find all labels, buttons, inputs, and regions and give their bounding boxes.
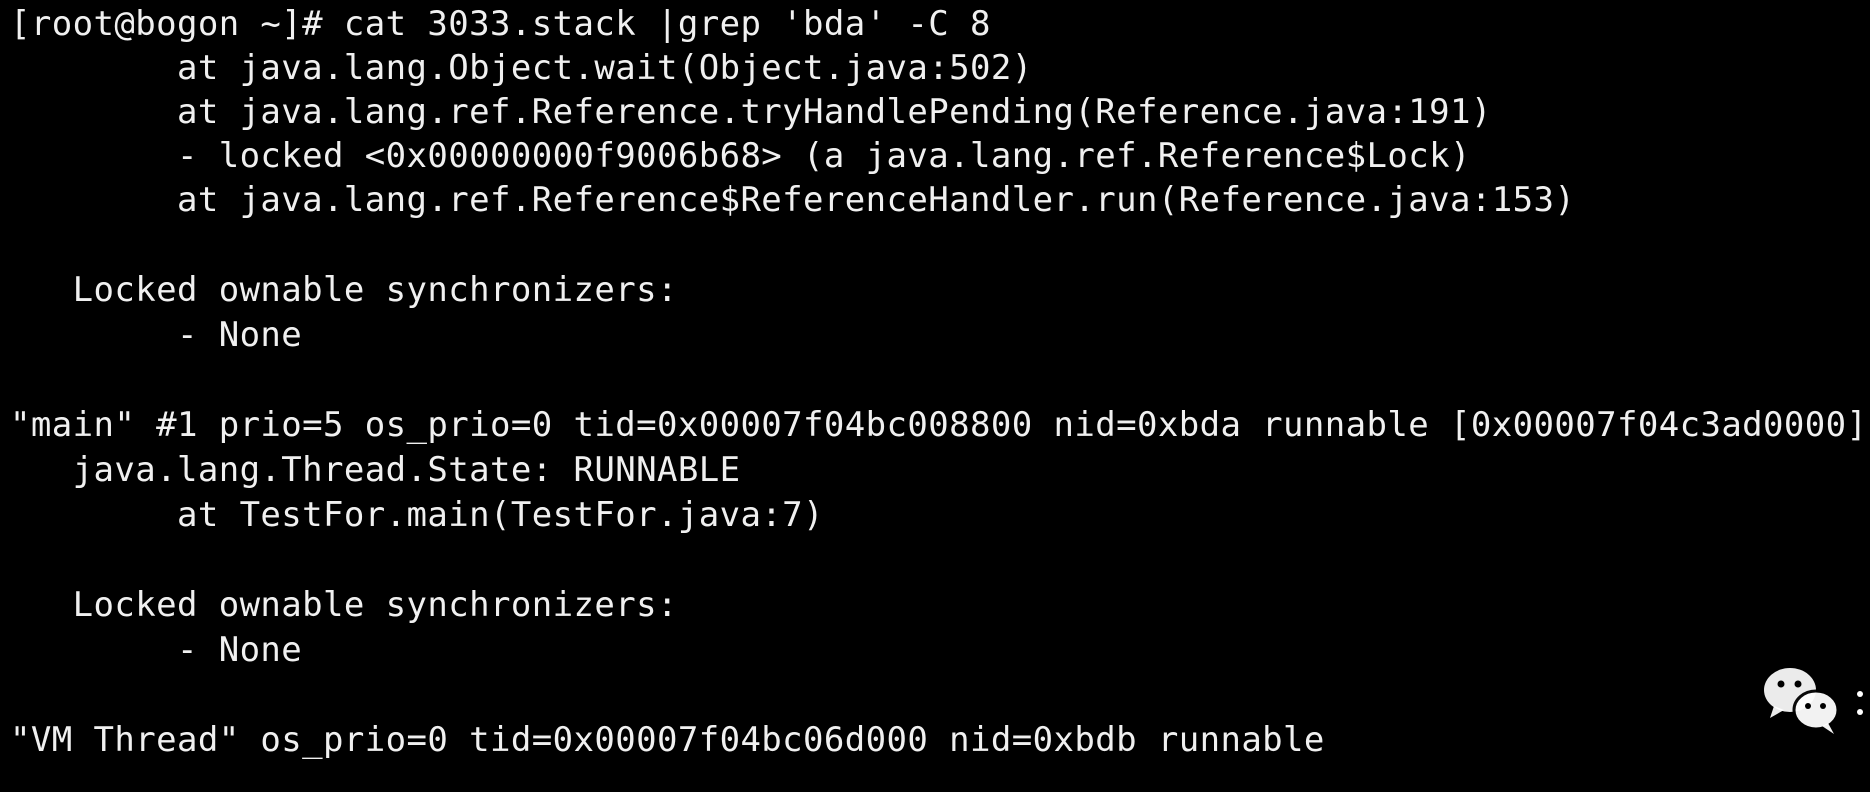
terminal-line: Locked ownable synchronizers: [10,585,678,625]
terminal-line: - locked <0x00000000f9006b68> (a java.la… [10,136,1471,176]
terminal-line-command: [root@bogon ~]# cat 3033.stack |grep 'bd… [10,4,991,44]
terminal-line: - None [10,630,303,670]
terminal-line: "main" #1 prio=5 os_prio=0 tid=0x00007f0… [10,405,1868,445]
terminal-line: at java.lang.Object.wait(Object.java:502… [10,48,1033,88]
terminal-line: "VM Thread" os_prio=0 tid=0x00007f04bc06… [10,720,1325,760]
terminal-line: - None [10,315,303,355]
terminal-line: Locked ownable synchronizers: [10,270,678,310]
terminal-line: java.lang.Thread.State: RUNNABLE [10,450,741,490]
terminal-window[interactable]: [root@bogon ~]# cat 3033.stack |grep 'bd… [0,0,1870,792]
wechat-logo-icon [1760,660,1870,740]
terminal-line: at java.lang.ref.Reference.tryHandlePend… [10,92,1492,132]
terminal-line: at TestFor.main(TestFor.java:7) [10,495,824,535]
terminal-line: at java.lang.ref.Reference$ReferenceHand… [10,180,1576,220]
